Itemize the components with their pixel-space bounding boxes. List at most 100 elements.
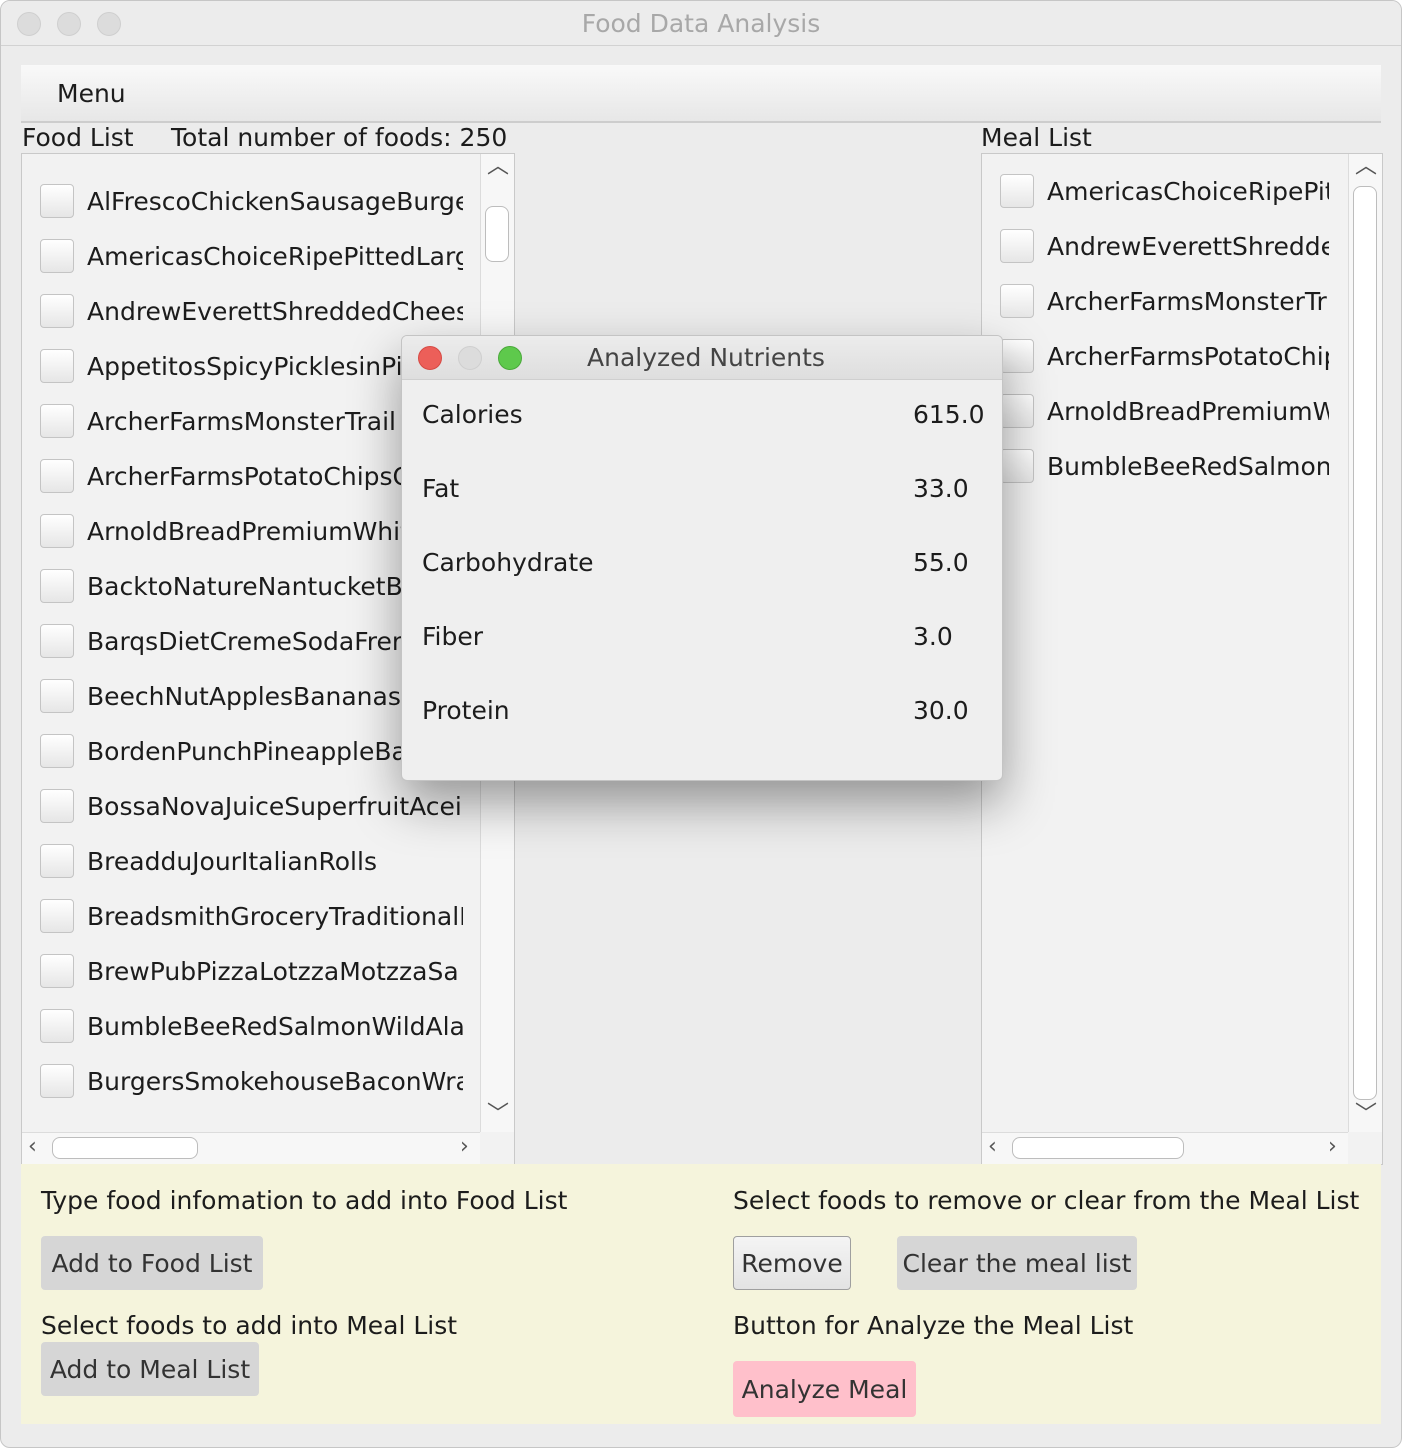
food-list-item[interactable]: BacktoNatureNantucketBl xyxy=(40,566,463,606)
item-checkbox[interactable] xyxy=(40,734,74,768)
food-list-item[interactable]: ArcherFarmsMonsterTrail xyxy=(40,401,463,441)
item-checkbox[interactable] xyxy=(40,569,74,603)
meal-list-horizontal-thumb[interactable] xyxy=(1012,1137,1184,1159)
meal-list-vertical-thumb[interactable] xyxy=(1353,186,1377,1100)
item-checkbox[interactable] xyxy=(40,789,74,823)
meal-list-item[interactable]: BumbleBeeRedSalmonW xyxy=(1000,446,1329,486)
item-checkbox[interactable] xyxy=(40,349,74,383)
nutrient-value: 3.0 xyxy=(913,622,953,651)
menu-item-menu[interactable]: Menu xyxy=(57,79,126,108)
food-list-item[interactable]: AppetitosSpicyPicklesinPi xyxy=(40,346,463,386)
nutrient-name: Calories xyxy=(422,400,523,429)
nutrient-value: 55.0 xyxy=(913,548,969,577)
meal-list-item[interactable]: ArnoldBreadPremiumW xyxy=(1000,391,1329,431)
food-list-horizontal-thumb[interactable] xyxy=(52,1137,198,1159)
nutrient-value: 30.0 xyxy=(913,696,969,725)
nutrient-row: Carbohydrate 55.0 xyxy=(422,548,982,582)
item-checkbox[interactable] xyxy=(40,404,74,438)
meal-list-pane: AmericasChoiceRipePit AndrewEverettShredd… xyxy=(981,153,1383,1165)
add-meal-hint: Select foods to add into Meal List xyxy=(41,1311,458,1340)
food-list-vertical-thumb[interactable] xyxy=(485,206,509,262)
item-label: AlFrescoChickenSausageBurge xyxy=(87,186,463,216)
item-checkbox[interactable] xyxy=(1000,284,1034,318)
item-checkbox[interactable] xyxy=(1000,174,1034,208)
item-checkbox[interactable] xyxy=(40,184,74,218)
meal-list-vertical-scrollbar[interactable]: ︿ ﹀ xyxy=(1348,154,1382,1132)
food-count-label: Total number of foods: 250 xyxy=(171,123,508,152)
meal-list-item[interactable]: AmericasChoiceRipePit xyxy=(1000,171,1329,211)
dialog-close-icon[interactable] xyxy=(418,346,442,370)
item-label: BumbleBeeRedSalmonWildAlas xyxy=(87,1011,463,1041)
analyze-meal-button[interactable]: Analyze Meal xyxy=(733,1361,916,1417)
dialog-zoom-icon[interactable] xyxy=(498,346,522,370)
food-list-horizontal-scrollbar[interactable]: ‹ › xyxy=(22,1132,480,1164)
item-checkbox[interactable] xyxy=(40,514,74,548)
item-checkbox[interactable] xyxy=(40,459,74,493)
remove-hint: Select foods to remove or clear from the… xyxy=(733,1186,1360,1215)
item-checkbox[interactable] xyxy=(40,624,74,658)
meal-list-item[interactable]: ArcherFarmsMonsterTr xyxy=(1000,281,1329,321)
chevron-left-icon[interactable]: ‹ xyxy=(988,1136,997,1158)
nutrient-row: Calories 615.0 xyxy=(422,400,985,434)
food-list-item[interactable]: AndrewEverettShreddedChees xyxy=(40,291,463,331)
food-list-item[interactable]: BarqsDietCremeSodaFren xyxy=(40,621,463,661)
nutrient-value: 33.0 xyxy=(913,474,969,503)
item-checkbox[interactable] xyxy=(40,1064,74,1098)
title-bar: Food Data Analysis xyxy=(1,1,1401,46)
item-label: BurgersSmokehouseBaconWra xyxy=(87,1066,463,1096)
food-list-item[interactable]: BrewPubPizzaLotzzaMotzzaSa xyxy=(40,951,463,991)
nutrient-row: Fiber 3.0 xyxy=(422,622,982,656)
item-label: BumbleBeeRedSalmonW xyxy=(1047,451,1329,481)
dialog-minimize-icon[interactable] xyxy=(458,346,482,370)
chevron-up-icon[interactable]: ︿ xyxy=(1355,156,1377,178)
chevron-left-icon[interactable]: ‹ xyxy=(28,1136,37,1158)
food-list-item[interactable]: ArcherFarmsPotatoChipsC xyxy=(40,456,463,496)
food-list-item[interactable]: BordenPunchPineappleBa xyxy=(40,731,463,771)
food-list-item[interactable]: BreadduJourItalianRolls xyxy=(40,841,463,881)
item-checkbox[interactable] xyxy=(40,294,74,328)
item-checkbox[interactable] xyxy=(1000,394,1034,428)
dialog-title: Analyzed Nutrients xyxy=(587,343,825,372)
meal-list-label: Meal List xyxy=(981,123,1092,152)
item-checkbox[interactable] xyxy=(1000,339,1034,373)
meal-list-item[interactable]: ArcherFarmsPotatoChip xyxy=(1000,336,1329,376)
chevron-down-icon[interactable]: ﹀ xyxy=(1355,1104,1377,1126)
food-list-item[interactable]: BreadsmithGroceryTraditionalE xyxy=(40,896,463,936)
meal-list-item[interactable]: AndrewEverettShredde xyxy=(1000,226,1329,266)
food-list-item[interactable]: AmericasChoiceRipePittedLarg xyxy=(40,236,463,276)
item-checkbox[interactable] xyxy=(40,679,74,713)
analyze-hint: Button for Analyze the Meal List xyxy=(733,1311,1134,1340)
remove-button[interactable]: Remove xyxy=(733,1236,851,1290)
chevron-down-icon[interactable]: ﹀ xyxy=(487,1104,509,1126)
item-checkbox[interactable] xyxy=(40,239,74,273)
item-checkbox[interactable] xyxy=(40,899,74,933)
chevron-up-icon[interactable]: ︿ xyxy=(487,156,509,178)
food-list-item[interactable]: AlFrescoChickenSausageBurge xyxy=(40,181,463,221)
item-checkbox[interactable] xyxy=(1000,229,1034,263)
add-to-food-list-button[interactable]: Add to Food List xyxy=(41,1236,263,1290)
item-checkbox[interactable] xyxy=(40,954,74,988)
food-list-item[interactable]: BurgersSmokehouseBaconWra xyxy=(40,1061,463,1101)
item-label: BrewPubPizzaLotzzaMotzzaSa xyxy=(87,956,459,986)
main-window: Food Data Analysis Menu Food List Total … xyxy=(0,0,1402,1448)
add-to-meal-list-button[interactable]: Add to Meal List xyxy=(41,1342,259,1396)
clear-meal-list-button[interactable]: Clear the meal list xyxy=(897,1236,1137,1290)
nutrient-row: Fat 33.0 xyxy=(422,474,982,508)
item-label: BreadsmithGroceryTraditionalE xyxy=(87,901,463,931)
food-list-item[interactable]: BossaNovaJuiceSuperfruitAcei xyxy=(40,786,463,826)
item-checkbox[interactable] xyxy=(40,1009,74,1043)
item-checkbox[interactable] xyxy=(1000,449,1034,483)
food-list-item[interactable]: BumbleBeeRedSalmonWildAlas xyxy=(40,1006,463,1046)
item-checkbox[interactable] xyxy=(40,844,74,878)
dialog-title-bar: Analyzed Nutrients xyxy=(402,336,1002,380)
food-list-item[interactable]: BeechNutApplesBananasS xyxy=(40,676,463,716)
nutrient-name: Carbohydrate xyxy=(422,548,594,577)
chevron-right-icon[interactable]: › xyxy=(460,1136,469,1158)
food-list-item[interactable]: ArnoldBreadPremiumWhit xyxy=(40,511,463,551)
nutrient-value: 615.0 xyxy=(913,400,985,429)
item-label: AmericasChoiceRipePit xyxy=(1047,176,1329,206)
nutrient-name: Protein xyxy=(422,696,510,725)
chevron-right-icon[interactable]: › xyxy=(1328,1136,1337,1158)
item-label: ArnoldBreadPremiumW xyxy=(1047,396,1329,426)
meal-list-horizontal-scrollbar[interactable]: ‹ › xyxy=(982,1132,1348,1164)
